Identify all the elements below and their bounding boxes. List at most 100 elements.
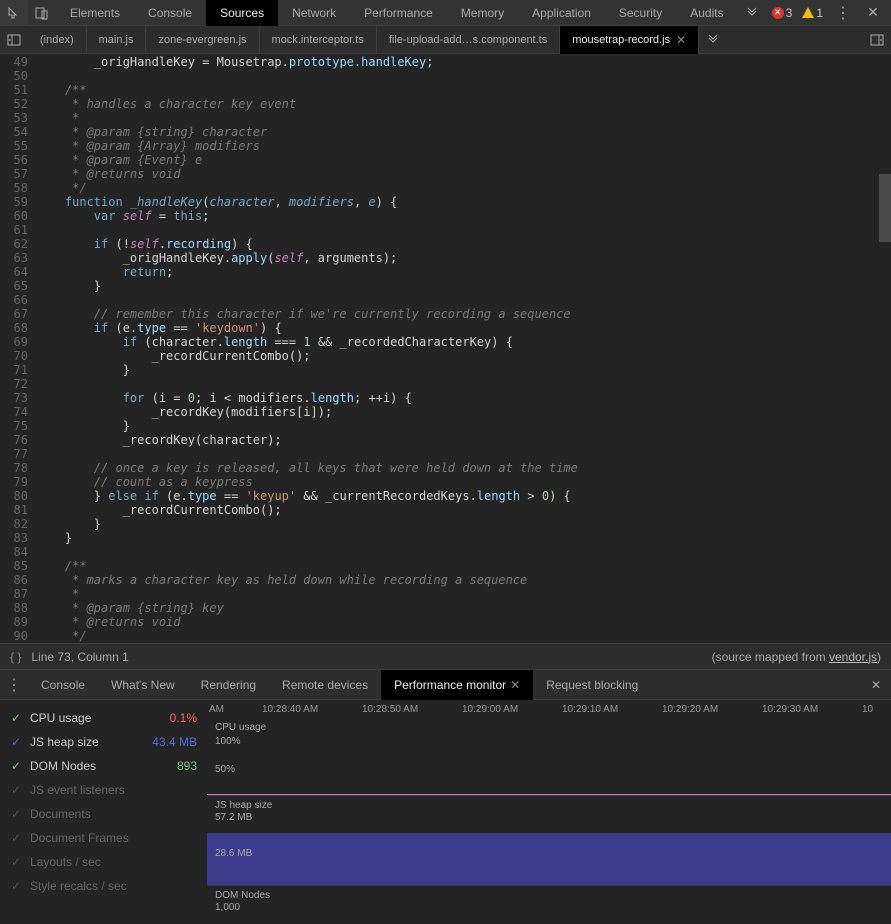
file-tab-mousetrap[interactable]: mousetrap-record.js ✕ [560,26,699,54]
tab-console[interactable]: Console [134,0,206,26]
file-tab-label: mousetrap-record.js [572,34,670,46]
source-mapped: (source mapped from vendor.js) [712,650,881,664]
tab-sources[interactable]: Sources [206,0,278,26]
cursor-position: Line 73, Column 1 [31,650,128,664]
inspect-icon[interactable] [0,0,28,26]
file-tab-label: mock.interceptor.ts [272,34,364,46]
main-tabs: Elements Console Sources Network Perform… [56,0,768,26]
check-icon: ✓ [10,856,22,868]
metric-value: 43.4 MB [147,735,197,749]
code-editor[interactable]: 4950515253545556575859606162636465666768… [0,54,891,643]
metric-recalcs[interactable]: ✓ Style recalcs / sec [0,874,207,898]
tab-network[interactable]: Network [278,0,350,26]
check-icon: ✓ [10,760,22,772]
close-icon[interactable]: ✕ [510,678,520,692]
sources-subtabs: (index) main.js zone-evergreen.js mock.i… [0,26,891,54]
metric-label: DOM Nodes [30,759,139,773]
tab-application[interactable]: Application [518,0,605,26]
check-icon: ✓ [10,832,22,844]
error-count[interactable]: ✕3 [768,6,797,20]
metric-value: 893 [147,759,197,773]
ts: AM [209,704,224,715]
tab-performance[interactable]: Performance [350,0,447,26]
drawer-tab-whatsnew[interactable]: What's New [98,670,188,700]
chart-title: JS heap size [215,800,272,811]
metric-label: CPU usage [30,711,139,725]
ytick: 57.2 MB [215,812,252,823]
drawer-tab-reqblock[interactable]: Request blocking [533,670,651,700]
file-tab-main[interactable]: main.js [87,26,147,54]
drawer-close-icon[interactable]: ✕ [861,678,891,692]
charts-area: AM 10:28:40 AM 10:28:50 AM 10:29:00 AM 1… [207,700,891,924]
drawer-tabs: ⋮ Console What's New Rendering Remote de… [0,670,891,700]
file-tab-mock[interactable]: mock.interceptor.ts [260,26,377,54]
more-tabs-icon[interactable] [738,0,766,26]
ts: 10:28:40 AM [262,704,318,715]
pretty-print-icon[interactable]: { } [10,650,21,664]
check-icon: ✓ [10,808,22,820]
more-file-tabs-icon[interactable] [699,26,727,54]
metric-frames[interactable]: ✓ Document Frames [0,826,207,850]
cpu-line [207,794,891,795]
jsheap-fill [207,833,891,885]
close-devtools-icon[interactable]: ✕ [859,0,887,26]
tab-security[interactable]: Security [605,0,676,26]
drawer-menu-icon[interactable]: ⋮ [0,671,28,699]
metric-layouts[interactable]: ✓ Layouts / sec [0,850,207,874]
scrollbar-thumb[interactable] [879,174,891,242]
error-count-num: 3 [786,6,793,20]
file-tab-label: file-upload-add…s.component.ts [389,34,547,46]
file-tab-zone[interactable]: zone-evergreen.js [146,26,259,54]
settings-icon[interactable]: ⋮ [829,0,857,26]
metric-documents[interactable]: ✓ Documents [0,802,207,826]
chart-title: DOM Nodes [215,890,270,901]
close-icon[interactable]: ✕ [676,33,686,47]
code-content[interactable]: _origHandleKey = Mousetrap.prototype.han… [36,54,891,643]
metric-domnodes[interactable]: ✓ DOM Nodes 893 [0,754,207,778]
ts: 10:28:50 AM [362,704,418,715]
metric-label: Layouts / sec [30,855,197,869]
ts: 10:29:00 AM [462,704,518,715]
chart-jsheap: JS heap size 57.2 MB 28.6 MB [207,796,891,886]
check-icon: ✓ [10,784,22,796]
check-icon: ✓ [10,880,22,892]
line-gutter: 4950515253545556575859606162636465666768… [0,54,36,643]
performance-monitor-panel: ✓ CPU usage 0.1% ✓ JS heap size 43.4 MB … [0,700,891,924]
drawer-tab-remote[interactable]: Remote devices [269,670,381,700]
drawer-tab-label: Performance monitor [394,678,506,692]
metric-value: 0.1% [147,711,197,725]
metric-label: Documents [30,807,197,821]
chart-title: CPU usage [215,722,266,733]
tab-memory[interactable]: Memory [447,0,518,26]
metric-jsheap[interactable]: ✓ JS heap size 43.4 MB [0,730,207,754]
navigator-toggle-icon[interactable] [0,26,28,54]
metric-label: Style recalcs / sec [30,879,197,893]
timestamp-row: AM 10:28:40 AM 10:28:50 AM 10:29:00 AM 1… [207,700,891,718]
metric-cpu[interactable]: ✓ CPU usage 0.1% [0,706,207,730]
file-tab-upload[interactable]: file-upload-add…s.component.ts [377,26,560,54]
metric-label: Document Frames [30,831,197,845]
file-tabs: (index) main.js zone-evergreen.js mock.i… [28,26,863,54]
file-tab-label: (index) [40,34,74,46]
tab-elements[interactable]: Elements [56,0,134,26]
metric-label: JS event listeners [30,783,197,797]
metric-listeners[interactable]: ✓ JS event listeners [0,778,207,802]
file-tab-label: zone-evergreen.js [158,34,246,46]
mapped-file-link[interactable]: vendor.js [829,650,877,664]
ts: 10:29:10 AM [562,704,618,715]
editor-statusbar: { } Line 73, Column 1 (source mapped fro… [0,643,891,670]
ytick: 1,000 [215,902,240,913]
device-toggle-icon[interactable] [28,0,56,26]
file-tab-index[interactable]: (index) [28,26,87,54]
drawer-tab-perfmon[interactable]: Performance monitor ✕ [381,670,533,700]
tab-audits[interactable]: Audits [676,0,737,26]
metrics-list: ✓ CPU usage 0.1% ✓ JS heap size 43.4 MB … [0,700,207,924]
devtools-topbar: Elements Console Sources Network Perform… [0,0,891,26]
warning-count-num: 1 [816,6,823,20]
drawer-tab-console[interactable]: Console [28,670,98,700]
warning-count[interactable]: 1 [798,6,827,20]
drawer-tab-rendering[interactable]: Rendering [188,670,269,700]
ytick: 50% [215,764,235,775]
ts: 10:29:20 AM [662,704,718,715]
debugger-toggle-icon[interactable] [863,26,891,54]
